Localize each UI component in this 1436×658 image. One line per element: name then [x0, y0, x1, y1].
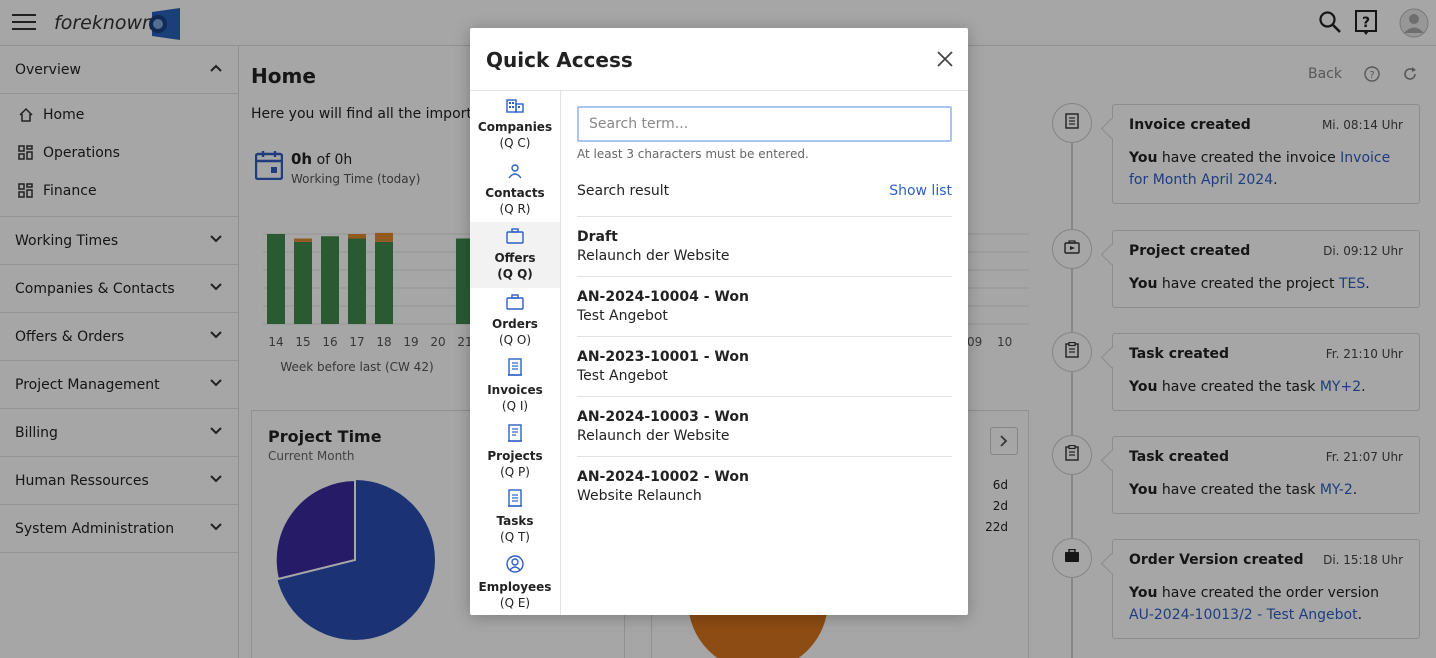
modal-title: Quick Access	[486, 48, 633, 72]
quick-access-employees[interactable]: Employees (Q E)	[470, 550, 560, 616]
briefcase-icon	[506, 294, 524, 313]
result-title: Draft	[577, 229, 618, 245]
quick-access-label: Tasks	[496, 514, 534, 529]
result-subtitle: Relaunch der Website	[577, 428, 730, 444]
search-result-item[interactable]: AN-2024-10002 - Won Website Relaunch	[577, 456, 952, 516]
quick-access-shortcut: (Q I)	[501, 399, 529, 414]
result-title: AN-2024-10003 - Won	[577, 409, 749, 425]
quick-access-label: Contacts	[485, 185, 545, 200]
quick-access-offers[interactable]: Offers (Q Q)	[470, 222, 560, 288]
quick-access-shortcut: (Q Q)	[497, 267, 533, 282]
result-subtitle: Test Angebot	[577, 368, 668, 384]
show-list-link[interactable]: Show list	[889, 183, 952, 199]
employee-icon	[506, 555, 524, 576]
quick-access-label: Projects	[487, 448, 543, 463]
quick-access-tasks[interactable]: Tasks (Q T)	[470, 484, 560, 550]
result-title: AN-2023-10001 - Won	[577, 349, 749, 365]
quick-access-invoices[interactable]: Invoices (Q I)	[470, 353, 560, 419]
quick-access-contacts[interactable]: Contacts (Q R)	[470, 157, 560, 223]
quick-access-shortcut: (Q R)	[499, 201, 531, 216]
quick-access-label: Orders	[492, 316, 538, 331]
quick-access-shortcut: (Q T)	[500, 530, 530, 545]
search-hint: At least 3 characters must be entered.	[577, 147, 809, 161]
result-title: AN-2024-10002 - Won	[577, 469, 749, 485]
result-subtitle: Relaunch der Website	[577, 248, 730, 264]
quick-access-shortcut: (Q E)	[499, 595, 531, 610]
quick-access-label: Invoices	[487, 383, 543, 398]
search-result-item[interactable]: AN-2024-10003 - Won Relaunch der Website	[577, 396, 952, 456]
quick-access-body: At least 3 characters must be entered. S…	[561, 91, 968, 615]
quick-access-orders[interactable]: Orders (Q O)	[470, 288, 560, 354]
task-icon	[507, 489, 523, 510]
search-result-item[interactable]: AN-2024-10004 - Won Test Angebot	[577, 276, 952, 336]
result-subtitle: Website Relaunch	[577, 488, 702, 504]
quick-access-shortcut: (Q C)	[499, 136, 531, 151]
result-subtitle: Test Angebot	[577, 308, 668, 324]
search-results: Draft Relaunch der Website AN-2024-10004 -…	[577, 216, 952, 516]
person-icon	[507, 163, 523, 182]
result-title: AN-2024-10004 - Won	[577, 289, 749, 305]
quick-access-modal: Quick Access Companies (Q C) Contacts (Q R)…	[470, 28, 968, 615]
quick-access-projects[interactable]: Projects (Q P)	[470, 419, 560, 485]
search-input[interactable]	[577, 106, 952, 142]
search-result-item[interactable]: Draft Relaunch der Website	[577, 216, 952, 276]
search-result-label: Search result	[577, 183, 670, 199]
quick-access-label: Employees	[478, 579, 552, 594]
project-icon	[507, 424, 523, 445]
quick-access-nav: Companies (Q C) Contacts (Q R) Offers (Q Q) Or…	[470, 91, 561, 615]
briefcase-icon	[506, 228, 524, 247]
quick-access-companies[interactable]: Companies (Q C)	[470, 91, 560, 157]
search-result-item[interactable]: AN-2023-10001 - Won Test Angebot	[577, 336, 952, 396]
invoice-icon	[507, 358, 523, 379]
quick-access-label: Offers	[494, 251, 536, 266]
quick-access-shortcut: (Q P)	[500, 464, 530, 479]
quick-access-label: Companies	[477, 120, 553, 135]
building-icon	[506, 97, 524, 116]
quick-access-shortcut: (Q O)	[498, 332, 532, 347]
close-icon[interactable]	[936, 50, 954, 68]
